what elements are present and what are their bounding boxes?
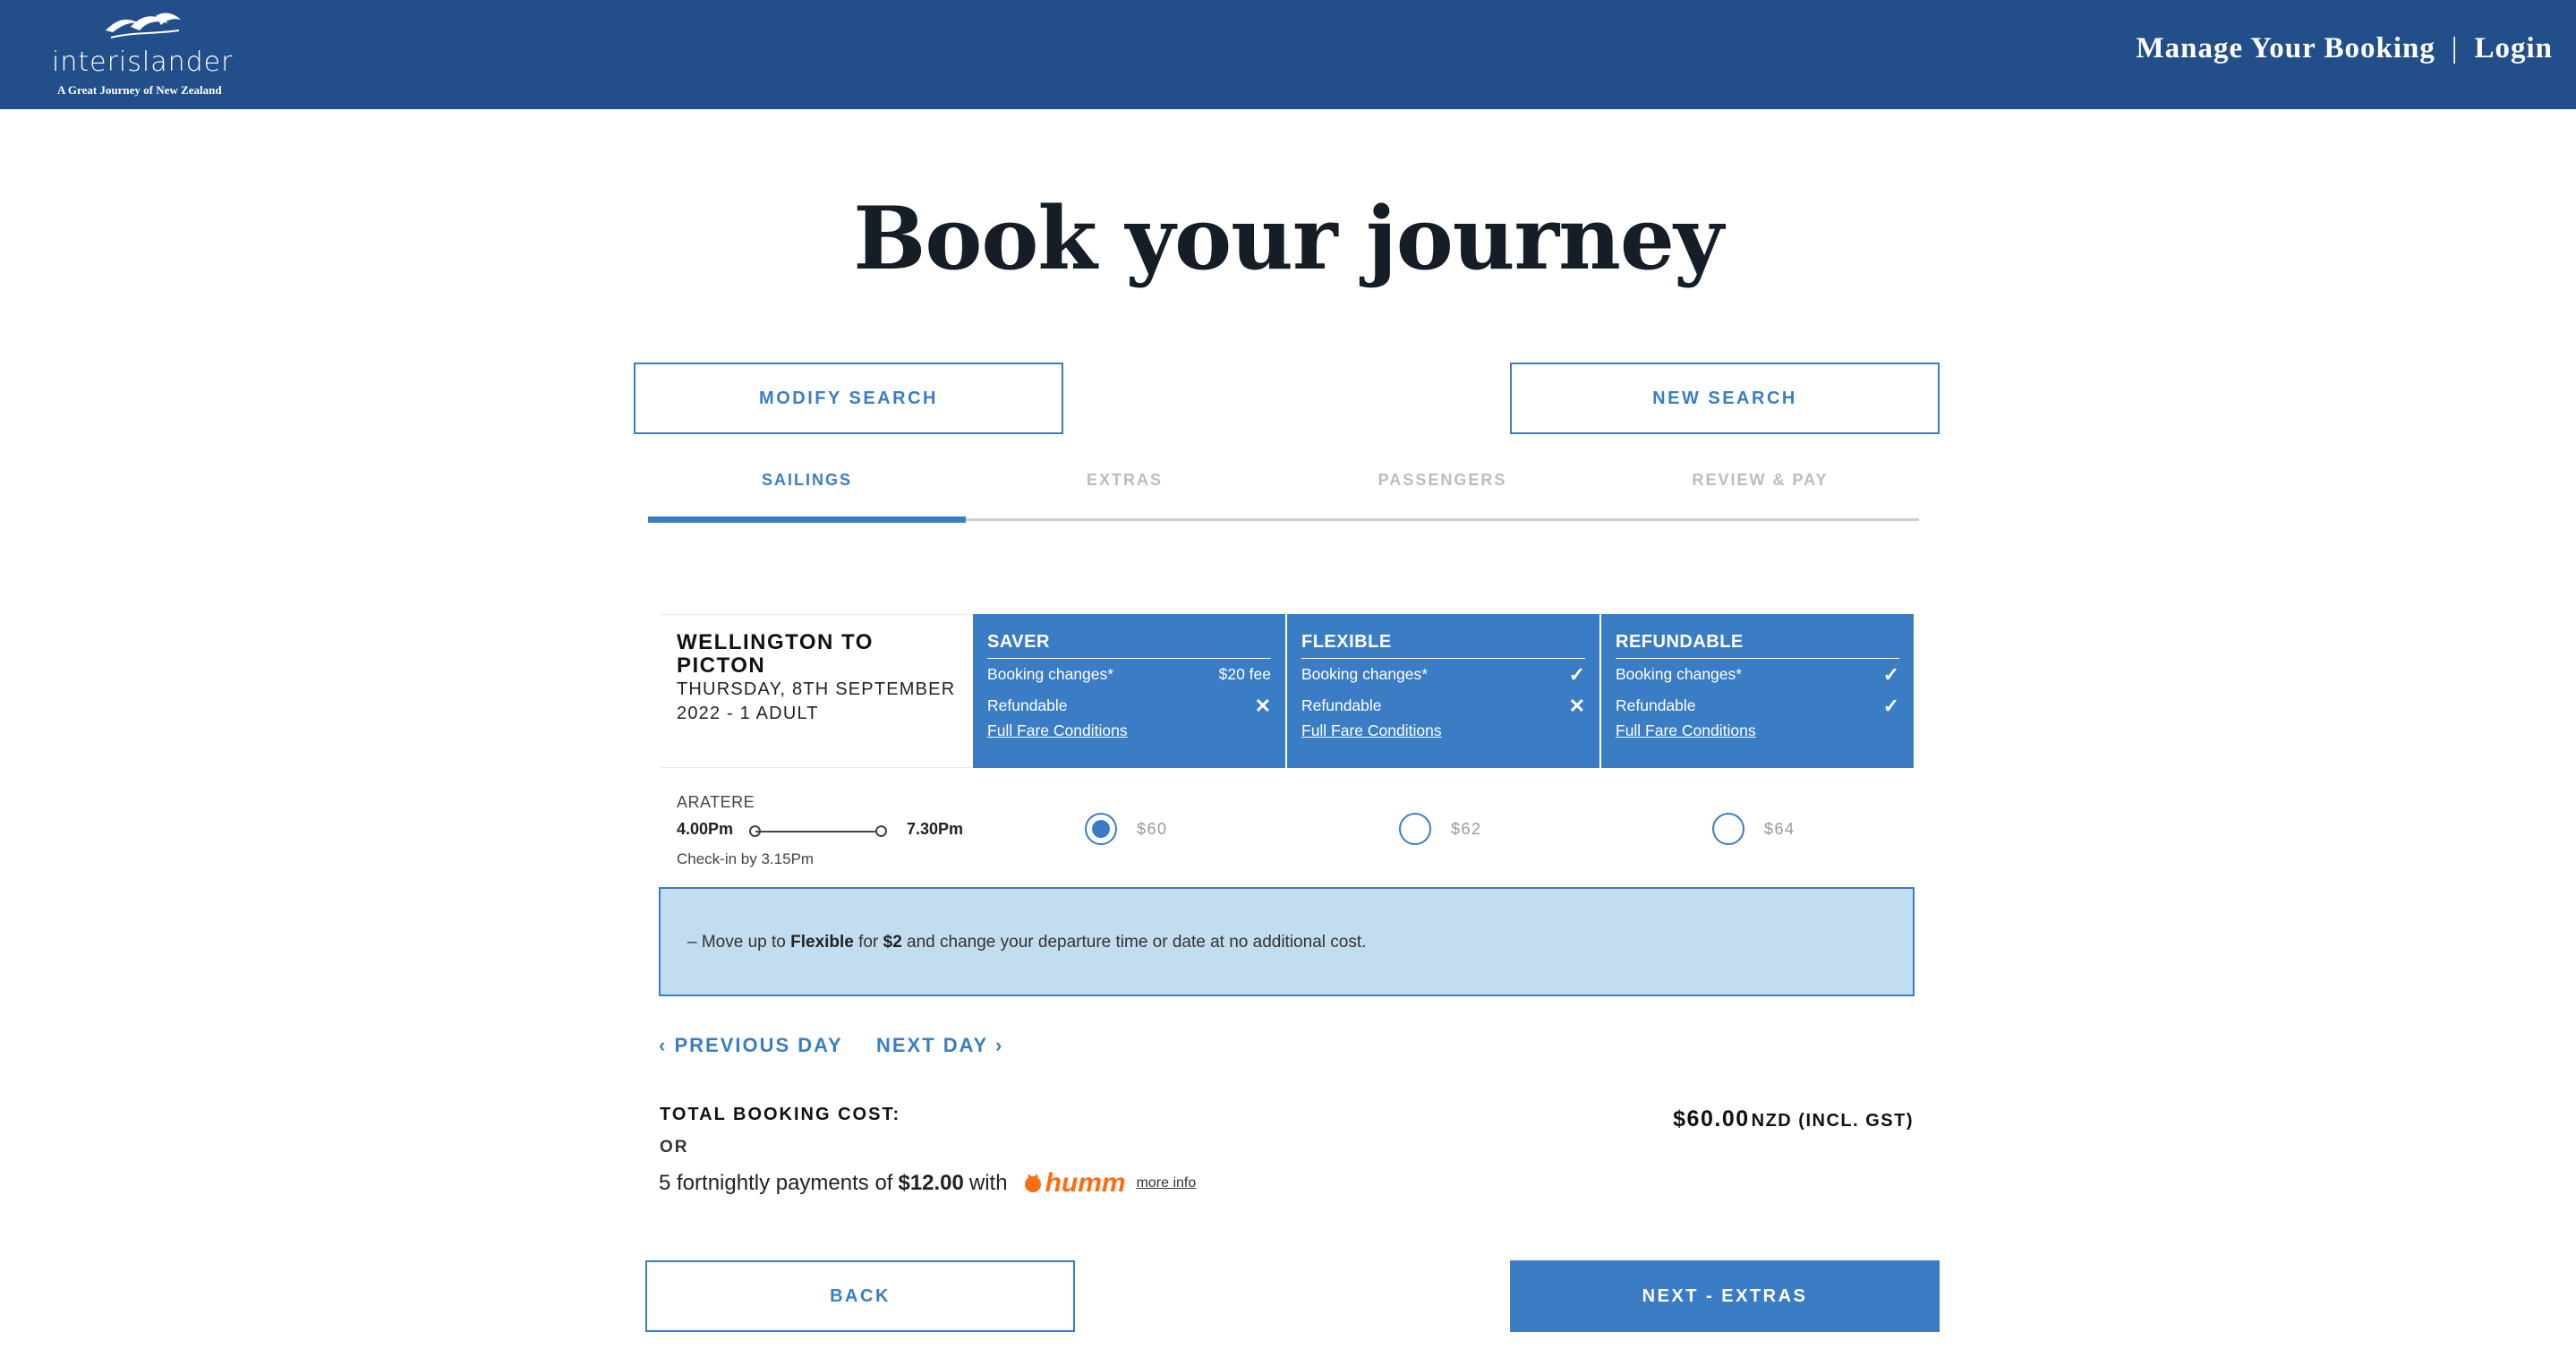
payments-with: with: [968, 1171, 1008, 1195]
route-date: THURSDAY, 8TH SEPTEMBER 2022 - 1 ADULT: [677, 679, 956, 723]
booking-steps: SAILINGS EXTRAS PASSENGERS REVIEW & PAY: [648, 458, 1919, 523]
tab-passengers[interactable]: PASSENGERS: [1284, 458, 1601, 518]
humm-wordmark: humm: [1045, 1168, 1126, 1198]
price-option-flexible[interactable]: $62: [1399, 813, 1482, 845]
total-amount: $60.00 NZD (INCL. GST): [1673, 1106, 1914, 1132]
tab-sailings[interactable]: SAILINGS: [648, 458, 966, 523]
manage-booking-link[interactable]: Manage Your Booking: [2136, 32, 2435, 65]
sailing-times: 4.00Pm 7.30Pm: [677, 820, 963, 841]
humm-logo: humm: [1022, 1168, 1126, 1199]
changes-label: Booking changes*: [987, 665, 1114, 683]
modify-search-button[interactable]: MODIFY SEARCH: [634, 363, 1063, 434]
refundable-label: Refundable: [1616, 696, 1696, 714]
fare-name: FLEXIBLE: [1301, 632, 1585, 659]
fare-row-changes: Booking changes* ✓: [1301, 659, 1585, 690]
upsell-amount: $2: [883, 933, 902, 952]
upsell-prefix: – Move up to: [687, 933, 786, 952]
price-value: $62: [1451, 819, 1482, 838]
route-summary: WELLINGTON TO PICTON THURSDAY, 8TH SEPTE…: [661, 614, 972, 768]
refundable-label: Refundable: [1301, 696, 1382, 714]
fare-row-refundable: Refundable ✓: [1616, 690, 1899, 721]
back-button[interactable]: BACK: [645, 1260, 1075, 1332]
interislander-logo[interactable]: interislander A Great Journey of New Zea…: [52, 11, 249, 100]
total-booking-cost-label: TOTAL BOOKING COST:: [660, 1105, 901, 1124]
ship-logo-icon: [106, 13, 181, 38]
check-icon: ✓: [1882, 694, 1899, 717]
fare-refundable: REFUNDABLE Booking changes* ✓ Refundable…: [1601, 614, 1914, 768]
tab-review-pay[interactable]: REVIEW & PAY: [1601, 458, 1919, 518]
arrival-time: 7.30Pm: [906, 820, 963, 838]
upsell-fare: Flexible: [790, 933, 854, 952]
upsell-message: – Move up to Flexible for $2 and change …: [659, 887, 1915, 996]
header-separator: |: [2451, 32, 2459, 64]
price-option-refundable[interactable]: $64: [1712, 813, 1796, 845]
total-amount-value: $60.00: [1673, 1106, 1750, 1131]
price-option-saver[interactable]: $60: [1085, 813, 1168, 845]
header-links: Manage Your Booking | Login: [2136, 32, 2553, 65]
check-icon: ✓: [1568, 662, 1585, 686]
radio-button[interactable]: [1085, 813, 1117, 845]
departure-time: 4.00Pm: [677, 820, 734, 838]
vessel-name: ARATERE: [677, 793, 755, 811]
cross-icon: ✕: [1254, 694, 1271, 717]
cross-icon: ✕: [1568, 694, 1585, 717]
top-navigation-bar: interislander A Great Journey of New Zea…: [0, 0, 2576, 109]
chevron-right-icon: ›: [987, 1034, 1004, 1056]
fare-flexible: FLEXIBLE Booking changes* ✓ Refundable ✕…: [1287, 614, 1599, 768]
radio-button[interactable]: [1712, 813, 1744, 845]
payments-prefix: 5 fortnightly payments of: [659, 1171, 893, 1195]
changes-label: Booking changes*: [1301, 665, 1429, 683]
new-search-button[interactable]: NEW SEARCH: [1510, 363, 1940, 434]
total-currency: NZD (INCL. GST): [1751, 1111, 1914, 1131]
journey-line: [755, 831, 881, 832]
fare-name: REFUNDABLE: [1616, 632, 1899, 659]
installment-payments: 5 fortnightly payments of $12.00 with hu…: [659, 1168, 1196, 1199]
tab-extras[interactable]: EXTRAS: [966, 458, 1284, 518]
fare-row-changes: Booking changes* ✓: [1616, 659, 1899, 690]
previous-day-link[interactable]: ‹ PREVIOUS DAY: [659, 1034, 843, 1057]
humm-icon: [1024, 1174, 1041, 1192]
arrival-dot-icon: [875, 825, 887, 837]
upsell-suffix: and change your departure time or date a…: [907, 933, 1367, 952]
fare-saver: SAVER Booking changes* $20 fee Refundabl…: [973, 614, 1285, 768]
logo-tagline: A Great Journey of New Zealand: [57, 83, 222, 97]
price-value: $64: [1764, 819, 1796, 838]
upsell-mid: for: [858, 933, 879, 952]
route-title: WELLINGTON TO PICTON: [677, 630, 874, 678]
payments-amount: $12.00: [898, 1171, 964, 1195]
changes-label: Booking changes*: [1616, 665, 1743, 683]
login-link[interactable]: Login: [2474, 32, 2553, 65]
price-value: $60: [1137, 819, 1168, 838]
fare-name: SAVER: [987, 632, 1271, 659]
radio-button[interactable]: [1399, 813, 1431, 845]
sailing-row: ARATERE 4.00Pm 7.30Pm Check-in by 3.15Pm…: [661, 768, 1912, 884]
logo-wordmark: interislander: [52, 47, 234, 78]
next-extras-button[interactable]: NEXT - EXTRAS: [1510, 1260, 1940, 1332]
full-fare-conditions-link[interactable]: Full Fare Conditions: [987, 721, 1271, 740]
page-title: Book your journey: [853, 188, 1724, 289]
full-fare-conditions-link[interactable]: Full Fare Conditions: [1616, 721, 1899, 740]
fare-row-refundable: Refundable ✕: [1301, 690, 1585, 721]
chevron-left-icon: ‹: [659, 1034, 675, 1056]
or-label: OR: [660, 1138, 689, 1157]
more-info-link[interactable]: more info: [1137, 1175, 1197, 1191]
full-fare-conditions-link[interactable]: Full Fare Conditions: [1301, 721, 1585, 740]
checkin-time: Check-in by 3.15Pm: [677, 850, 815, 867]
refundable-label: Refundable: [987, 696, 1068, 714]
next-day-link[interactable]: NEXT DAY ›: [876, 1034, 1003, 1057]
fare-row-changes: Booking changes* $20 fee: [987, 659, 1271, 690]
fare-row-refundable: Refundable ✕: [987, 690, 1271, 721]
check-icon: ✓: [1882, 662, 1899, 686]
previous-day-label: PREVIOUS DAY: [674, 1034, 843, 1056]
changes-value: $20 fee: [1218, 665, 1271, 683]
next-day-label: NEXT DAY: [876, 1034, 988, 1056]
